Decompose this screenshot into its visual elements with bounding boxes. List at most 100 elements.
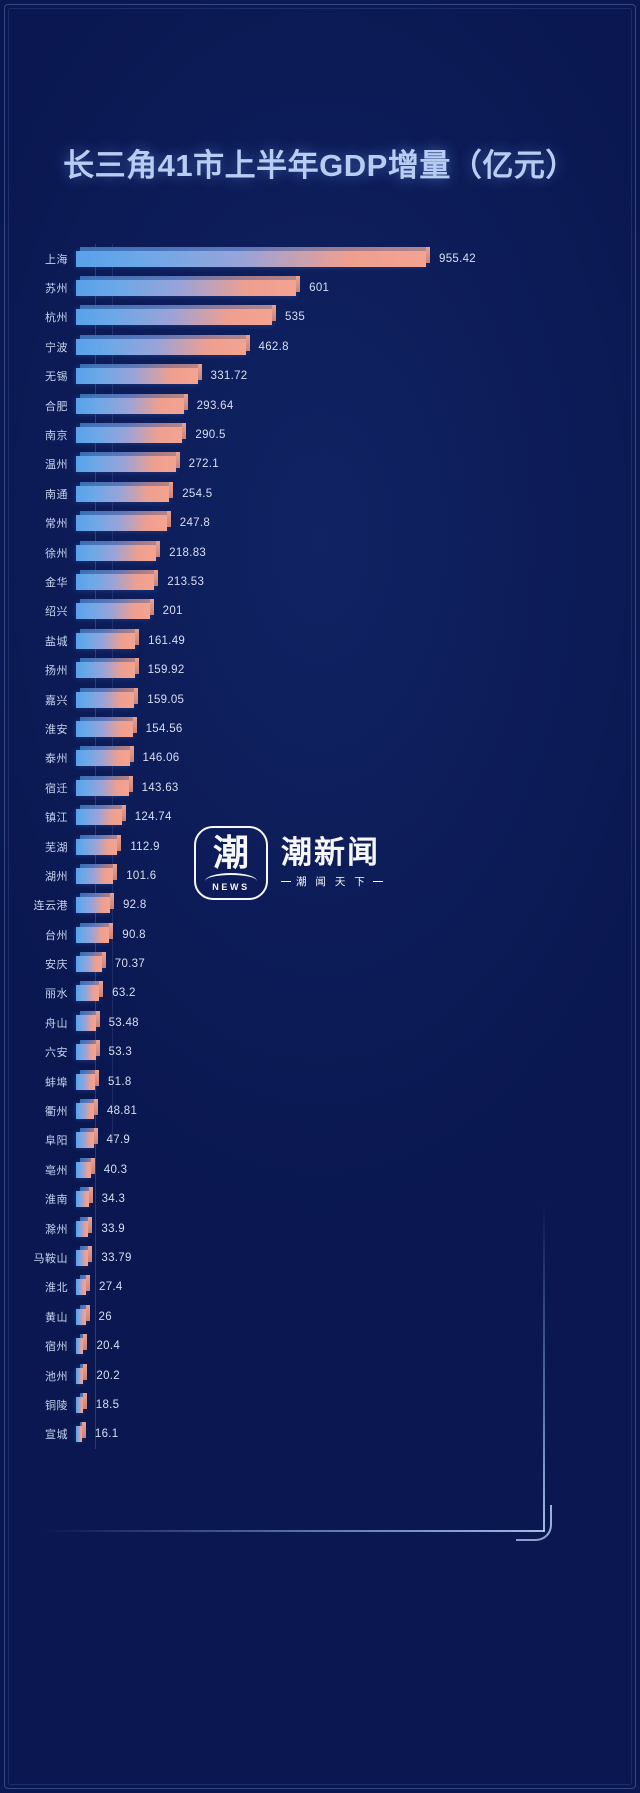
- bar-category-label: 丽水: [45, 988, 68, 1001]
- bar-side-face: [83, 1334, 88, 1351]
- bar-value-label: 331.72: [210, 370, 248, 383]
- bar-row: 黄山 26: [0, 1302, 640, 1331]
- bar-category-label: 铜陵: [45, 1399, 68, 1412]
- bar-value-label: 51.8: [107, 1075, 132, 1088]
- bar-row: 阜阳 47.9: [0, 1126, 640, 1155]
- bar: [76, 952, 106, 973]
- bar-track: 33.9: [76, 1214, 640, 1243]
- bar-front-face: [76, 867, 114, 884]
- bar-category-label: 宿州: [45, 1341, 68, 1354]
- bar-side-face: [99, 981, 104, 998]
- bar-category-label: 台州: [45, 929, 68, 942]
- bar-track: 40.3: [76, 1155, 640, 1184]
- bar-track: 47.9: [76, 1126, 640, 1155]
- bar-category-label: 舟山: [45, 1017, 68, 1030]
- bar-front-face: [76, 956, 102, 973]
- bar-value-label: 218.83: [169, 546, 207, 559]
- bar-front-face: [76, 1014, 96, 1031]
- bar-side-face: [94, 1069, 99, 1086]
- bar-side-face: [85, 1304, 90, 1321]
- bar-row: 池州 20.2: [0, 1361, 640, 1390]
- bar-row: 常州 247.8: [0, 509, 640, 538]
- bar-row: 无锡 331.72: [0, 362, 640, 391]
- bar-value-label: 18.5: [95, 1398, 120, 1411]
- bar-track: 90.8: [76, 920, 640, 949]
- bar: [76, 1363, 88, 1384]
- bar-front-face: [76, 515, 167, 532]
- bar-row: 苏州 601: [0, 273, 640, 302]
- bar-track: 290.5: [76, 420, 640, 449]
- bar-front-face: [76, 662, 135, 679]
- bar-value-label: 53.48: [108, 1016, 139, 1029]
- bar-track: 161.49: [76, 626, 640, 655]
- bar-value-label: 159.92: [147, 664, 185, 677]
- bar: [76, 746, 134, 767]
- bar-value-label: 293.64: [196, 399, 234, 412]
- bar-track: 159.05: [76, 685, 640, 714]
- bar-row: 泰州 146.06: [0, 744, 640, 773]
- bar-category-label: 六安: [45, 1047, 68, 1060]
- bar-value-label: 143.63: [141, 781, 179, 794]
- bar-side-face: [135, 628, 140, 645]
- bar-category-label: 泰州: [45, 753, 68, 766]
- bar-value-label: 90.8: [122, 928, 146, 941]
- bar-track: 218.83: [76, 538, 640, 567]
- bar-category-label: 徐州: [45, 547, 68, 560]
- bar-side-face: [109, 922, 114, 939]
- bar-row: 南京 290.5: [0, 420, 640, 449]
- bar-category-label: 绍兴: [45, 606, 68, 619]
- bar-track: 254.5: [76, 479, 640, 508]
- bar-row: 淮安 154.56: [0, 714, 640, 743]
- bar: [76, 716, 137, 737]
- bar: [76, 599, 154, 620]
- bar-row: 台州 90.8: [0, 920, 640, 949]
- bar-category-label: 南通: [45, 488, 68, 501]
- bar-side-face: [109, 893, 114, 910]
- bar-side-face: [81, 1422, 86, 1439]
- bar-row: 六安 53.3: [0, 1038, 640, 1067]
- bar-category-label: 宁波: [45, 341, 68, 354]
- bar: [76, 452, 180, 473]
- bar-category-label: 南京: [45, 430, 68, 443]
- bar-side-face: [88, 1216, 93, 1233]
- bar: [76, 423, 187, 444]
- bar-front-face: [76, 1279, 87, 1296]
- bar-front-face: [76, 720, 133, 737]
- bar-front-face: [76, 1191, 89, 1208]
- bar: [76, 1216, 93, 1237]
- bar-value-label: 601: [309, 282, 330, 295]
- bar-track: 955.42: [76, 244, 640, 273]
- bar: [76, 834, 122, 855]
- bar-side-face: [197, 364, 202, 381]
- bar-category-label: 宣城: [45, 1429, 68, 1442]
- slogan-dash-right: [372, 881, 383, 883]
- bar-track: 601: [76, 273, 640, 302]
- bar-row: 宣城 16.1: [0, 1420, 640, 1449]
- bar-track: 70.37: [76, 949, 640, 978]
- bar-side-face: [121, 805, 126, 822]
- bar-track: 20.2: [76, 1361, 640, 1390]
- bar: [76, 246, 430, 267]
- bar-front-face: [76, 280, 297, 297]
- bar-track: 247.8: [76, 509, 640, 538]
- bar: [76, 1128, 98, 1149]
- bar-value-label: 27.4: [99, 1281, 123, 1294]
- logo-chao-glyph: 潮: [212, 833, 249, 874]
- decorative-glow-corner: [516, 1505, 552, 1541]
- bar-front-face: [76, 397, 184, 414]
- bar: [76, 687, 139, 708]
- bar-track: 535: [76, 303, 640, 332]
- bar-value-label: 146.06: [142, 752, 180, 765]
- bar-category-label: 杭州: [45, 312, 68, 325]
- bar-category-label: 淮北: [45, 1282, 68, 1295]
- bar-category-label: 芜湖: [45, 841, 68, 854]
- bar-side-face: [166, 511, 171, 528]
- bar-front-face: [76, 485, 170, 502]
- bar-track: 331.72: [76, 362, 640, 391]
- bar-track: 27.4: [76, 1273, 640, 1302]
- bar-front-face: [76, 309, 272, 326]
- logo-wave-icon: [205, 873, 257, 881]
- bar-row: 宿迁 143.63: [0, 773, 640, 802]
- bar-side-face: [129, 746, 134, 763]
- bar-value-label: 112.9: [130, 840, 160, 853]
